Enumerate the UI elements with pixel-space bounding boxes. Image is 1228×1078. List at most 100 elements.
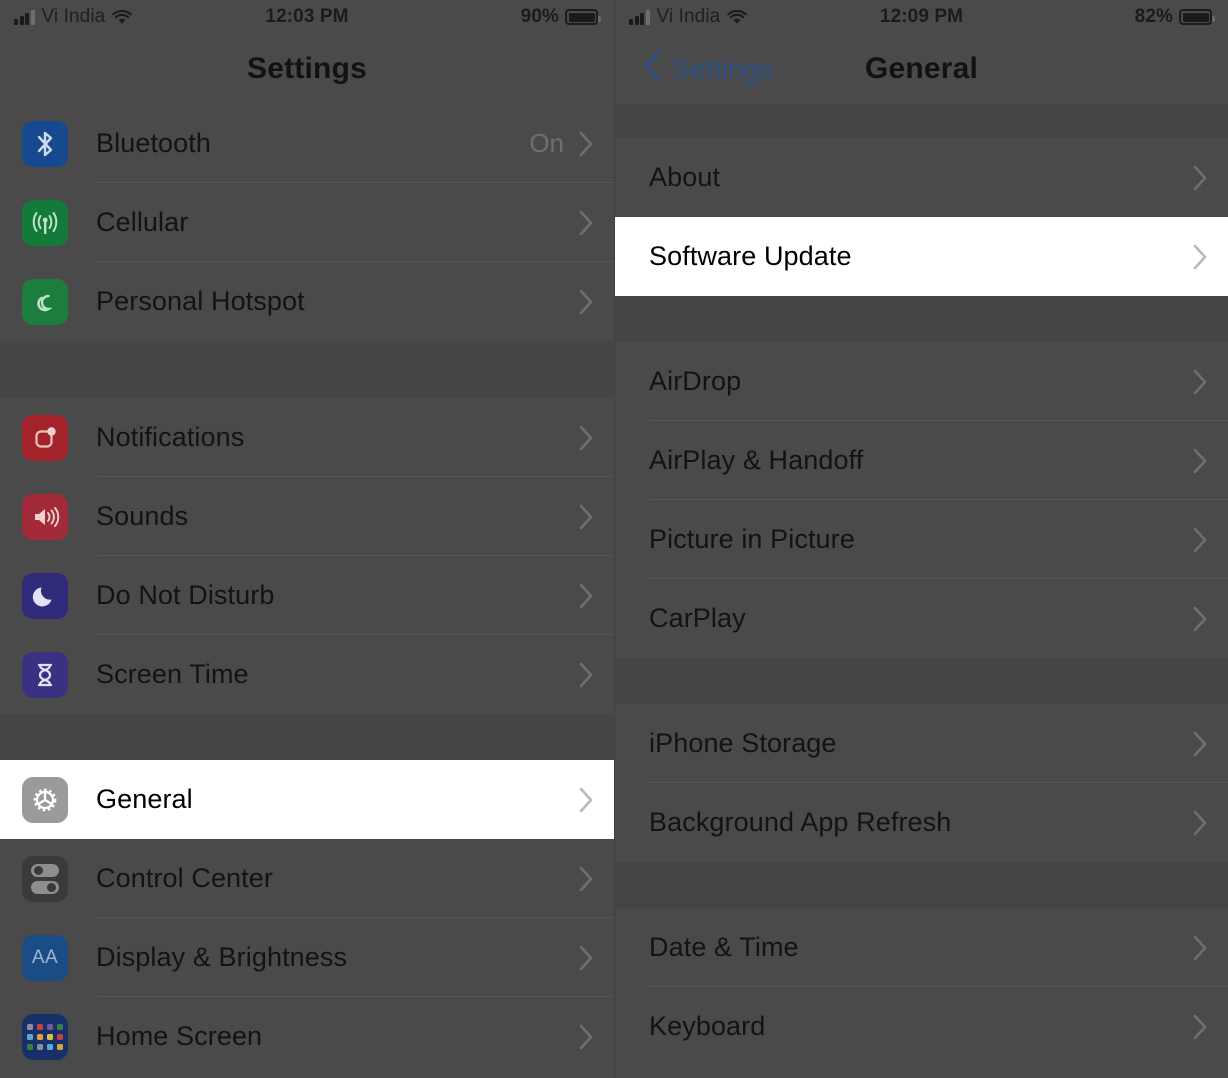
general-row-label: CarPlay bbox=[649, 603, 746, 634]
settings-row-label: Notifications bbox=[96, 422, 244, 453]
settings-row-label: Display & Brightness bbox=[96, 942, 347, 973]
group-spacer bbox=[0, 341, 614, 398]
carrier-name: Vi India bbox=[657, 6, 721, 28]
settings-row-general[interactable]: General bbox=[0, 760, 614, 839]
carrier-name: Vi India bbox=[42, 6, 106, 28]
chevron-right-icon bbox=[1192, 447, 1208, 475]
chevron-right-icon bbox=[1192, 809, 1208, 837]
settings-row-label: Cellular bbox=[96, 207, 188, 238]
group-spacer bbox=[615, 658, 1228, 704]
status-bar-clock: 12:03 PM bbox=[265, 6, 348, 28]
back-button[interactable]: Settings bbox=[631, 49, 773, 90]
status-bar-left-group: Vi India bbox=[629, 6, 747, 28]
settings-row-do-not-disturb[interactable]: Do Not Disturb bbox=[0, 556, 614, 635]
dual-screenshot-stage: Vi India 12:03 PM 90% Settings bbox=[0, 0, 1228, 1078]
general-row-airplay-handoff[interactable]: AirPlay & Handoff bbox=[615, 421, 1228, 500]
status-bar-left: Vi India 12:03 PM 90% bbox=[0, 0, 614, 34]
general-row-date-time[interactable]: Date & Time bbox=[615, 908, 1228, 987]
wifi-icon bbox=[112, 10, 132, 25]
settings-group-alerts: Notifications Sou bbox=[0, 398, 614, 714]
settings-list[interactable]: Bluetooth On bbox=[0, 104, 614, 1076]
general-row-keyboard[interactable]: Keyboard bbox=[615, 987, 1228, 1066]
status-bar-right-group: 90% bbox=[521, 6, 598, 28]
settings-row-label: Sounds bbox=[96, 501, 188, 532]
status-bar-right: Vi India 12:09 PM 82% bbox=[615, 0, 1228, 34]
sounds-icon bbox=[22, 494, 68, 540]
settings-row-cellular[interactable]: Cellular bbox=[0, 183, 614, 262]
general-row-picture-in-picture[interactable]: Picture in Picture bbox=[615, 500, 1228, 579]
general-row-label: About bbox=[649, 162, 720, 193]
nav-bar-left: Settings bbox=[0, 34, 614, 104]
settings-row-label: Screen Time bbox=[96, 659, 249, 690]
settings-row-personal-hotspot[interactable]: Personal Hotspot bbox=[0, 262, 614, 341]
cellular-bars-icon bbox=[14, 10, 35, 25]
general-group-sharing: AirDrop AirPlay & Handoff Picture in Pic… bbox=[615, 342, 1228, 658]
settings-row-label: Personal Hotspot bbox=[96, 286, 305, 317]
chevron-right-icon bbox=[578, 288, 594, 316]
general-group-datetime: Date & Time Keyboard bbox=[615, 908, 1228, 1066]
chevron-right-icon bbox=[1192, 243, 1208, 271]
display-brightness-icon: AA bbox=[22, 935, 68, 981]
settings-row-screen-time[interactable]: Screen Time bbox=[0, 635, 614, 714]
general-row-label: iPhone Storage bbox=[649, 728, 837, 759]
toggle-on-icon bbox=[31, 881, 59, 894]
aa-glyph: AA bbox=[32, 947, 58, 969]
general-row-about[interactable]: About bbox=[615, 138, 1228, 217]
wifi-icon bbox=[727, 10, 747, 25]
notifications-icon bbox=[22, 415, 68, 461]
settings-row-sounds[interactable]: Sounds bbox=[0, 477, 614, 556]
settings-row-control-center[interactable]: Control Center bbox=[0, 839, 614, 918]
personal-hotspot-icon bbox=[22, 279, 68, 325]
control-center-icon bbox=[22, 856, 68, 902]
chevron-right-icon bbox=[578, 661, 594, 689]
chevron-right-icon bbox=[1192, 1013, 1208, 1041]
control-center-toggles bbox=[31, 864, 59, 894]
settings-row-display-brightness[interactable]: AA Display & Brightness bbox=[0, 918, 614, 997]
chevron-right-icon bbox=[578, 1023, 594, 1051]
general-group-about-update: About Software Update bbox=[615, 138, 1228, 296]
chevron-right-icon bbox=[578, 582, 594, 610]
general-row-label: Keyboard bbox=[649, 1011, 765, 1042]
general-list[interactable]: About Software Update AirDrop bbox=[615, 104, 1228, 1066]
battery-icon bbox=[1179, 9, 1212, 25]
settings-row-label: Do Not Disturb bbox=[96, 580, 274, 611]
settings-row-label: Control Center bbox=[96, 863, 273, 894]
chevron-right-icon bbox=[1192, 934, 1208, 962]
general-row-label: Date & Time bbox=[649, 932, 799, 963]
toggle-off-icon bbox=[31, 864, 59, 877]
screen-time-icon bbox=[22, 652, 68, 698]
general-row-label: Software Update bbox=[649, 241, 852, 272]
settings-row-notifications[interactable]: Notifications bbox=[0, 398, 614, 477]
general-row-iphone-storage[interactable]: iPhone Storage bbox=[615, 704, 1228, 783]
general-row-background-app-refresh[interactable]: Background App Refresh bbox=[615, 783, 1228, 862]
chevron-left-icon bbox=[643, 49, 663, 90]
chevron-right-icon bbox=[578, 503, 594, 531]
general-row-software-update[interactable]: Software Update bbox=[615, 217, 1228, 296]
battery-icon bbox=[565, 9, 598, 25]
general-row-airdrop[interactable]: AirDrop bbox=[615, 342, 1228, 421]
status-bar-clock: 12:09 PM bbox=[880, 6, 963, 28]
chevron-right-icon bbox=[1192, 368, 1208, 396]
chevron-right-icon bbox=[578, 130, 594, 158]
group-spacer bbox=[615, 296, 1228, 342]
chevron-right-icon bbox=[578, 786, 594, 814]
app-grid bbox=[27, 1024, 63, 1050]
group-spacer bbox=[615, 104, 1228, 138]
chevron-right-icon bbox=[1192, 605, 1208, 633]
chevron-right-icon bbox=[578, 424, 594, 452]
home-screen-icon bbox=[22, 1014, 68, 1060]
settings-row-bluetooth[interactable]: Bluetooth On bbox=[0, 104, 614, 183]
general-row-label: AirPlay & Handoff bbox=[649, 445, 863, 476]
general-group-storage: iPhone Storage Background App Refresh bbox=[615, 704, 1228, 862]
general-row-carplay[interactable]: CarPlay bbox=[615, 579, 1228, 658]
settings-row-label: General bbox=[96, 784, 193, 815]
settings-row-home-screen[interactable]: Home Screen bbox=[0, 997, 614, 1076]
chevron-right-icon bbox=[1192, 526, 1208, 554]
page-title: Settings bbox=[0, 52, 614, 86]
cellular-bars-icon bbox=[629, 10, 650, 25]
chevron-right-icon bbox=[578, 944, 594, 972]
settings-panel: Vi India 12:03 PM 90% Settings bbox=[0, 0, 614, 1078]
chevron-right-icon bbox=[1192, 164, 1208, 192]
bluetooth-icon bbox=[22, 121, 68, 167]
settings-row-label: Home Screen bbox=[96, 1021, 262, 1052]
